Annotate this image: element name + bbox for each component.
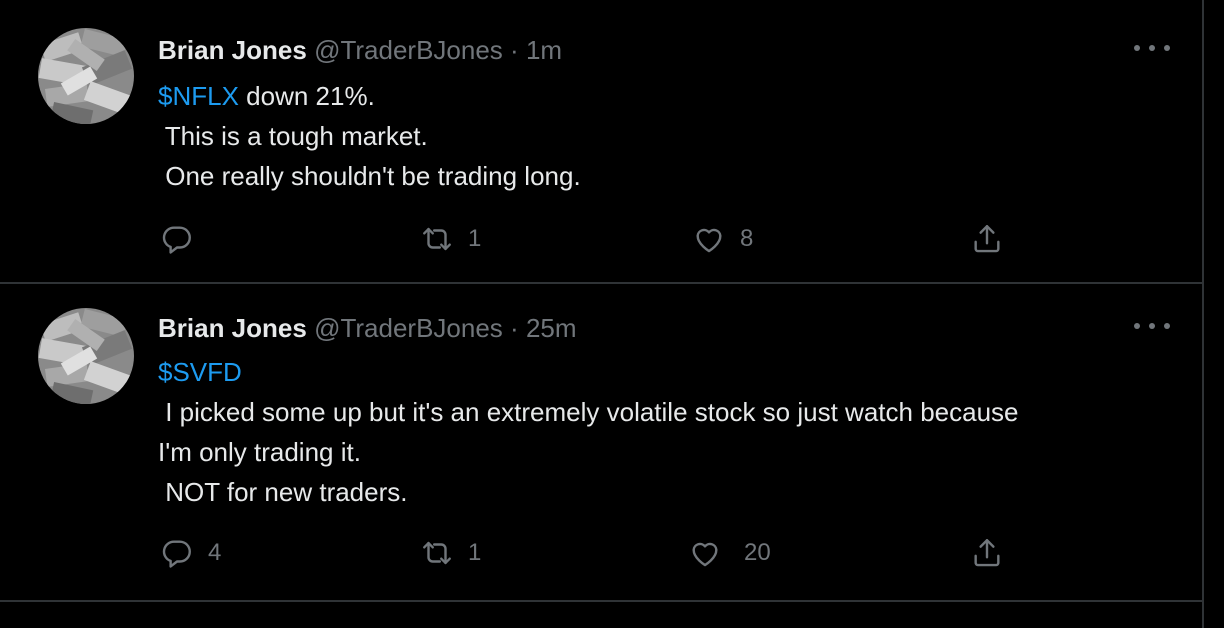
reply-button[interactable]: [160, 222, 208, 256]
tweet-header: Brian Jones @TraderBJones · 1m: [158, 34, 562, 66]
like-count: 8: [740, 225, 754, 252]
reply-count: 4: [208, 539, 222, 566]
avatar[interactable]: [38, 308, 134, 404]
retweet-button[interactable]: 1: [420, 222, 481, 256]
retweet-button[interactable]: 1: [420, 536, 481, 570]
tweet-text-line: I picked some up but it's an extremely v…: [158, 397, 1019, 427]
tweet-text: $SVFD I picked some up but it's an extre…: [158, 352, 1178, 512]
timeline-feed: Brian Jones @TraderBJones · 1m $NFLX dow…: [0, 0, 1204, 628]
display-name[interactable]: Brian Jones: [158, 313, 307, 343]
more-button[interactable]: [1134, 312, 1170, 340]
tweet-actions: 4 1 20: [0, 534, 1202, 574]
cashtag-link[interactable]: $NFLX: [158, 81, 239, 111]
tweet-text-line: NOT for new traders.: [158, 477, 408, 507]
heart-icon: [696, 228, 722, 253]
more-icon: [1134, 45, 1140, 51]
display-name[interactable]: Brian Jones: [158, 35, 307, 65]
retweet-count: 1: [468, 539, 482, 566]
like-button[interactable]: 8: [692, 222, 753, 256]
share-icon: [974, 539, 1000, 567]
user-handle[interactable]: @TraderBJones: [314, 313, 503, 343]
avatar[interactable]: [38, 28, 134, 124]
tweet-actions: 1 8: [0, 218, 1202, 258]
more-button[interactable]: [1134, 34, 1170, 62]
retweet-icon: [423, 541, 451, 565]
tweet-text-line: One really shouldn't be trading long.: [158, 161, 581, 191]
tweet-text-line: down 21%.: [238, 81, 375, 111]
tweet-text-line: This is a tough market.: [158, 121, 428, 151]
tweet-text: $NFLX down 21%. This is a tough market. …: [158, 76, 1178, 196]
share-button[interactable]: [970, 536, 1004, 570]
user-handle[interactable]: @TraderBJones: [314, 35, 503, 65]
reply-button[interactable]: 4: [160, 536, 221, 570]
separator-dot: ·: [510, 313, 519, 343]
heart-icon: [692, 542, 718, 567]
tweet[interactable]: Brian Jones @TraderBJones · 25m $SVFD I …: [0, 284, 1202, 602]
tweet[interactable]: Brian Jones @TraderBJones · 1m $NFLX dow…: [0, 0, 1202, 284]
retweet-icon: [423, 227, 451, 251]
reply-icon: [162, 226, 191, 254]
timestamp[interactable]: 25m: [526, 313, 577, 343]
tweet-header: Brian Jones @TraderBJones · 25m: [158, 312, 577, 344]
retweet-count: 1: [468, 225, 482, 252]
more-icon: [1134, 323, 1140, 329]
like-button[interactable]: 20: [688, 536, 771, 570]
timestamp[interactable]: 1m: [526, 35, 562, 65]
reply-icon: [162, 540, 191, 568]
like-count: 20: [744, 539, 771, 566]
share-button[interactable]: [970, 222, 1004, 256]
share-icon: [974, 225, 1000, 253]
separator-dot: ·: [510, 35, 519, 65]
tweet-text-line: I'm only trading it.: [158, 437, 361, 467]
cashtag-link[interactable]: $SVFD: [158, 357, 242, 387]
